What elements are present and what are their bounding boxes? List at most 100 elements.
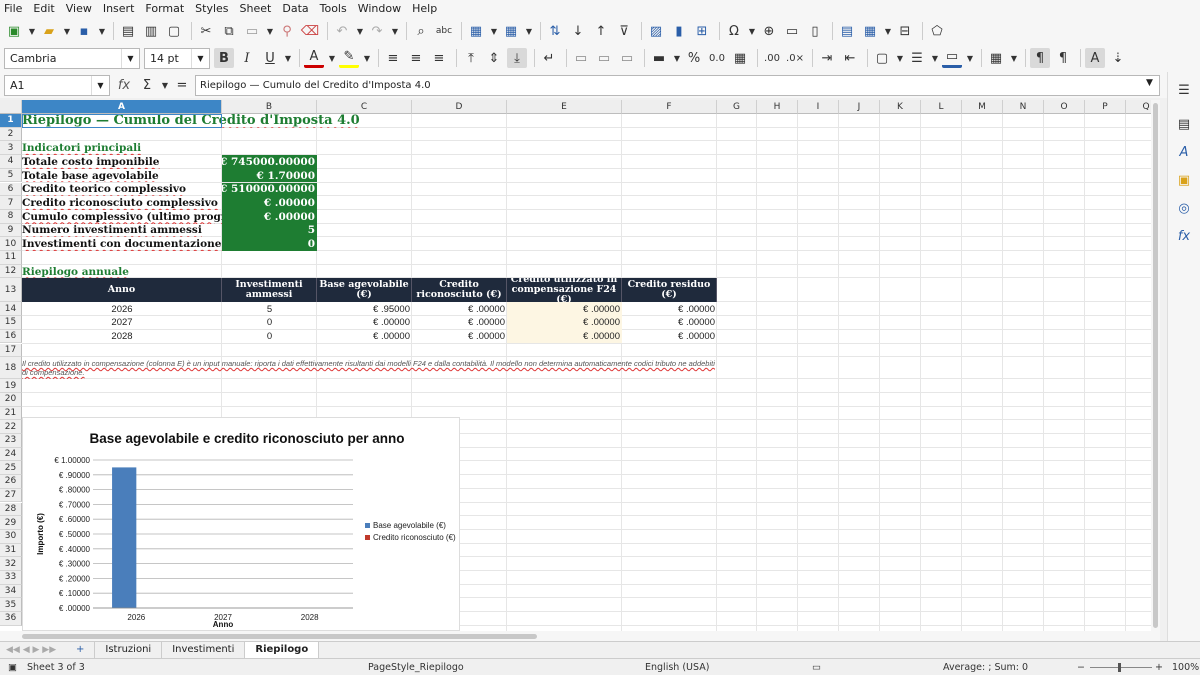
chevron-down-icon[interactable]: ▼: [327, 48, 337, 68]
zoom-in-icon[interactable]: +: [1155, 662, 1163, 673]
merge-cells-icon[interactable]: ▭: [594, 48, 614, 68]
text-flow-tb-icon[interactable]: ⇣: [1108, 48, 1128, 68]
freeze-rows-columns-icon[interactable]: ▦: [860, 21, 880, 41]
row-header-12[interactable]: 12: [0, 264, 22, 279]
row-header-24[interactable]: 24: [0, 447, 22, 462]
row-header-15[interactable]: 15: [0, 316, 22, 330]
percent-icon[interactable]: %: [684, 48, 704, 68]
functions-icon[interactable]: fx: [1174, 226, 1194, 246]
column-header-f[interactable]: F: [622, 100, 717, 114]
navigator-icon[interactable]: ◎: [1174, 198, 1194, 218]
tab-investimenti[interactable]: Investimenti: [162, 641, 246, 658]
column-header-i[interactable]: I: [798, 100, 839, 114]
hyperlink-icon[interactable]: ⊕: [759, 21, 779, 41]
column-header-o[interactable]: O: [1044, 100, 1085, 114]
paste-icon[interactable]: ▭: [242, 21, 262, 41]
table-cell[interactable]: 2028: [22, 330, 222, 344]
section-heading[interactable]: Indicatori principali: [22, 141, 317, 155]
zoom-out-icon[interactable]: −: [1077, 662, 1085, 673]
row-header-23[interactable]: 23: [0, 434, 22, 448]
menu-view[interactable]: View: [66, 2, 92, 15]
bar-chart[interactable]: Base agevolabile e credito riconosciuto …: [23, 418, 459, 630]
align-middle-icon[interactable]: ⇕: [484, 48, 504, 68]
name-box[interactable]: A1 ▼: [4, 74, 110, 96]
column-header-h[interactable]: H: [757, 100, 798, 114]
sidebar-menu-icon[interactable]: ☰: [1174, 80, 1194, 100]
menu-file[interactable]: File: [4, 2, 22, 15]
table-header-cell[interactable]: Credito utilizzato in compensazione F24 …: [507, 278, 622, 303]
unmerge-cells-icon[interactable]: ▭: [617, 48, 637, 68]
zoom-slider[interactable]: [1090, 667, 1152, 668]
date-icon[interactable]: ▦: [730, 48, 750, 68]
currency-icon[interactable]: ▬: [649, 48, 669, 68]
cut-icon[interactable]: ✂: [196, 21, 216, 41]
row-header-21[interactable]: 21: [0, 406, 22, 421]
show-draw-functions-icon[interactable]: ⬠: [927, 21, 947, 41]
sort-icon[interactable]: ⇅: [545, 21, 565, 41]
chevron-down-icon[interactable]: ▼: [91, 75, 109, 95]
find-replace-icon[interactable]: ⌕: [411, 21, 431, 41]
chevron-down-icon[interactable]: ▼: [1009, 48, 1019, 68]
clone-formatting-icon[interactable]: ⚲: [277, 21, 297, 41]
add-sheet-icon[interactable]: +: [66, 641, 96, 658]
row-icon[interactable]: ▦: [466, 21, 486, 41]
table-cell[interactable]: € .00000: [622, 330, 717, 344]
row-header-33[interactable]: 33: [0, 571, 22, 585]
row-header-18[interactable]: 18: [0, 357, 22, 380]
font-size-box[interactable]: 14 pt ▼: [144, 47, 210, 69]
decrease-indent-icon[interactable]: ⇤: [840, 48, 860, 68]
border-color-icon[interactable]: ▭: [942, 48, 962, 68]
sort-descending-icon[interactable]: ↑: [591, 21, 611, 41]
chevron-down-icon[interactable]: ▼: [672, 48, 682, 68]
text-direction-rtl-icon[interactable]: ¶: [1053, 48, 1073, 68]
chevron-down-icon[interactable]: ▼: [965, 48, 975, 68]
table-cell[interactable]: 0: [222, 330, 317, 344]
selection-sum[interactable]: Average: ; Sum: 0: [943, 662, 1028, 673]
chevron-down-icon[interactable]: ▼: [160, 75, 170, 95]
row-header-11[interactable]: 11: [0, 251, 22, 265]
indicator-label[interactable]: Cumulo complessivo (ultimo progressivo): [22, 210, 222, 224]
delete-decimal-icon[interactable]: .0×: [785, 48, 805, 68]
tab-navigation-icon[interactable]: ◀◀ ◀ ▶ ▶▶: [0, 642, 66, 658]
table-cell[interactable]: 5: [222, 302, 317, 316]
column-header-e[interactable]: E: [507, 100, 622, 114]
export-pdf-icon[interactable]: ▤: [118, 21, 138, 41]
table-header-cell[interactable]: Investimenti ammessi: [222, 278, 317, 303]
indicator-value[interactable]: € 510000.00000: [222, 182, 317, 197]
row-header-25[interactable]: 25: [0, 461, 22, 476]
indicator-value[interactable]: € .00000: [222, 209, 317, 224]
table-cell[interactable]: € .00000: [412, 316, 507, 330]
table-cell[interactable]: € .00000: [412, 302, 507, 316]
page-style[interactable]: PageStyle_Riepilogo: [368, 662, 464, 673]
table-header-cell[interactable]: Base agevolabile (€): [317, 278, 412, 303]
chevron-down-icon[interactable]: ▼: [62, 21, 72, 41]
row-header-10[interactable]: 10: [0, 237, 22, 251]
align-center-icon[interactable]: ≡: [406, 48, 426, 68]
chevron-down-icon[interactable]: ▼: [265, 21, 275, 41]
chevron-down-icon[interactable]: ▼: [930, 48, 940, 68]
autofilter-icon[interactable]: ⊽: [614, 21, 634, 41]
table-cell[interactable]: 2026: [22, 302, 222, 316]
table-cell[interactable]: € .00000: [507, 302, 622, 317]
properties-icon[interactable]: ▤: [1174, 114, 1194, 134]
section-heading[interactable]: Riepilogo annuale: [22, 265, 317, 279]
column-header-n[interactable]: N: [1003, 100, 1044, 114]
merge-center-icon[interactable]: ▭: [571, 48, 591, 68]
menu-tools[interactable]: Tools: [320, 2, 347, 15]
number-format-icon[interactable]: 0.0: [707, 48, 727, 68]
sort-ascending-icon[interactable]: ↓: [568, 21, 588, 41]
zoom-level[interactable]: 100%: [1172, 662, 1199, 673]
increase-indent-icon[interactable]: ⇥: [817, 48, 837, 68]
indicator-label[interactable]: Totale costo imponibile: [22, 155, 222, 169]
spelling-icon[interactable]: abc: [434, 21, 454, 41]
conditional-format-icon[interactable]: ▦: [986, 48, 1006, 68]
row-header-29[interactable]: 29: [0, 516, 22, 530]
image-icon[interactable]: ▨: [646, 21, 666, 41]
menu-help[interactable]: Help: [412, 2, 437, 15]
spreadsheet-grid[interactable]: A B C D E F G H I J K L M N O P Q 1 2 3 4 5 6 7 8 9 10 11 12 13 14 15 16…: [0, 100, 1160, 631]
undo-icon[interactable]: ↶: [332, 21, 352, 41]
chart-icon[interactable]: ▮: [669, 21, 689, 41]
table-cell[interactable]: € .00000: [412, 330, 507, 344]
table-cell[interactable]: € .00000: [507, 329, 622, 344]
row-header-20[interactable]: 20: [0, 392, 22, 407]
